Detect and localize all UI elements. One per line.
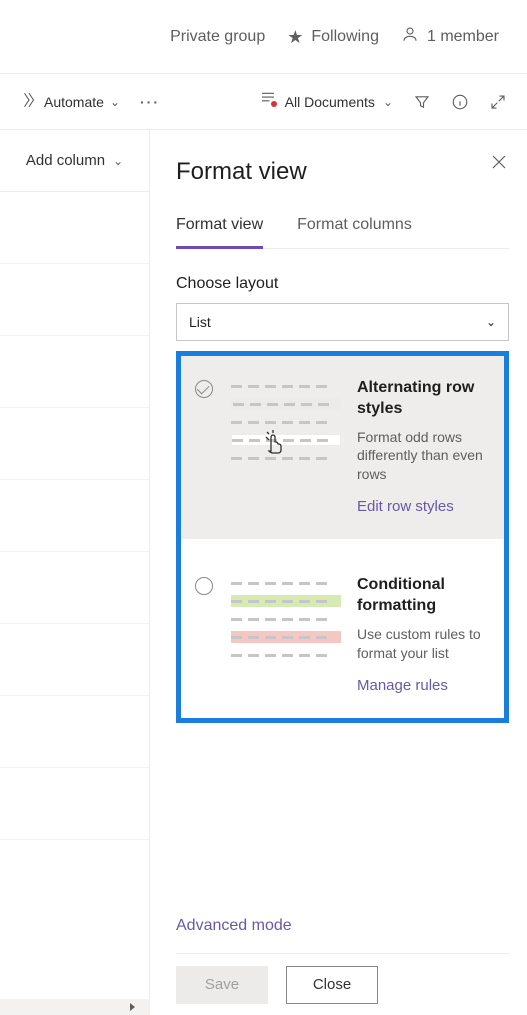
option-desc: Format odd rows differently than even ro… [357, 428, 490, 485]
info-button[interactable] [451, 93, 469, 111]
expand-button[interactable] [489, 93, 507, 111]
overflow-menu[interactable]: ··· [140, 94, 160, 110]
automate-menu[interactable]: Automate ⌄ [20, 91, 120, 112]
option-desc: Use custom rules to format your list [357, 625, 490, 663]
members-count[interactable]: 1 member [401, 25, 499, 48]
format-view-pane: Format view Format view Format columns C… [150, 130, 527, 1015]
format-style-options: Alternating row styles Format odd rows d… [176, 351, 509, 723]
option-alternating-rows[interactable]: Alternating row styles Format odd rows d… [181, 356, 504, 539]
flow-icon [20, 91, 38, 112]
follow-toggle[interactable]: ★ Following [287, 28, 379, 46]
close-button[interactable]: Close [286, 966, 378, 1004]
group-kind: Private group [170, 28, 265, 46]
star-icon: ★ [287, 28, 303, 46]
chevron-down-icon: ⌄ [113, 154, 123, 168]
chevron-down-icon: ⌄ [486, 315, 496, 329]
list-rows-placeholder [0, 192, 149, 1015]
close-pane-button[interactable] [491, 154, 507, 173]
tab-format-view[interactable]: Format view [176, 216, 263, 249]
save-button: Save [176, 966, 268, 1004]
chevron-down-icon: ⌄ [110, 95, 120, 109]
thumb-alternating-icon [231, 378, 341, 515]
horizontal-scroll-hint[interactable] [0, 999, 150, 1015]
view-switcher[interactable]: All Documents ⌄ [259, 88, 393, 115]
thumb-conditional-icon [231, 575, 341, 693]
pane-title: Format view [176, 158, 509, 186]
option-conditional-formatting[interactable]: Conditional formatting Use custom rules … [181, 553, 504, 717]
pointer-cursor-icon [261, 428, 285, 457]
option-title: Alternating row styles [357, 378, 490, 420]
list-view-icon [259, 88, 277, 115]
edit-row-styles-link[interactable]: Edit row styles [357, 498, 490, 515]
radio-alternating[interactable] [195, 378, 215, 515]
manage-rules-link[interactable]: Manage rules [357, 677, 490, 694]
add-column-button[interactable]: Add column ⌄ [0, 130, 149, 192]
layout-dropdown[interactable]: List ⌄ [176, 303, 509, 341]
advanced-mode-link[interactable]: Advanced mode [176, 917, 292, 935]
tab-format-columns[interactable]: Format columns [297, 216, 412, 248]
layout-label: Choose layout [176, 275, 509, 293]
notification-dot-icon [271, 101, 277, 107]
chevron-down-icon: ⌄ [383, 95, 393, 109]
person-icon [401, 25, 419, 48]
option-title: Conditional formatting [357, 575, 490, 617]
filter-button[interactable] [413, 93, 431, 111]
radio-conditional[interactable] [195, 575, 215, 693]
